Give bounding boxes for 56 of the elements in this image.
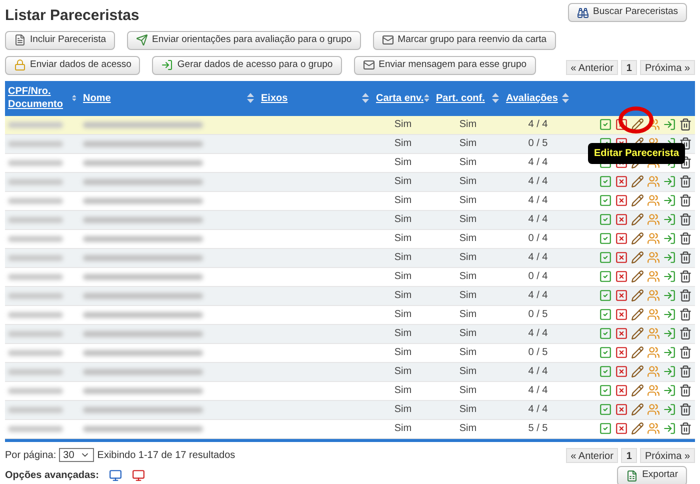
tooltip: Editar Parecerista [588,143,686,164]
table-cell: 4 / 4 [528,195,548,206]
table-cell: 5 / 5 [528,423,548,434]
table-cell: Sim [459,233,477,244]
table-cell: 0 / 5 [528,347,548,358]
table-cell: 4 / 4 [528,176,548,187]
table-cell: Sim [459,157,477,168]
table-cell: Sim [394,176,412,187]
table-cell: 0 / 4 [528,233,548,244]
table-cell: Sim [459,404,477,415]
table-cell: Sim [459,214,477,225]
table-cell: Sim [394,233,412,244]
table-cell: Sim [394,119,412,130]
page-title: Listar Pareceristas [5,6,140,26]
table-cell: Sim [394,404,412,415]
table-cell: 4 / 4 [528,252,548,263]
table-cell: Sim [394,423,412,434]
table-cell: Sim [394,328,412,339]
table-cell: Sim [394,347,412,358]
table-cell: Sim [459,119,477,130]
table-cell: 0 / 5 [528,309,548,320]
table-cell: Sim [394,157,412,168]
results-summary: Exibindo 1-17 de 17 resultados [97,448,236,462]
table-cell: 4 / 4 [528,366,548,377]
table-cell: 0 / 4 [528,271,548,282]
table-cell: Sim [459,423,477,434]
advanced-options-label: Opções avançadas: [5,469,99,483]
table-cell: Sim [394,385,412,396]
table-cell: Sim [394,290,412,301]
table-cell: 4 / 4 [528,119,548,130]
table-cell: Sim [459,290,477,301]
table-cell: 4 / 4 [528,404,548,415]
table-cell: Sim [394,214,412,225]
table-cell: 4 / 4 [528,290,548,301]
table-cell: Sim [459,309,477,320]
table-cell: 4 / 4 [528,328,548,339]
table-cell: Sim [459,385,477,396]
table-cell: Sim [459,347,477,358]
table-cell: Sim [394,252,412,263]
table-cell: 0 / 5 [528,138,548,149]
table-cell: Sim [394,271,412,282]
table-cell: 4 / 4 [528,385,548,396]
table-cell: Sim [394,309,412,320]
table-cell: Sim [394,366,412,377]
table-cell: Sim [459,176,477,187]
table-cell: Sim [459,195,477,206]
table-cell: 4 / 4 [528,214,548,225]
table-cell: Sim [459,252,477,263]
per-page-label: Por página: [5,448,56,462]
table-cell: Sim [459,138,477,149]
table-cell: Sim [459,366,477,377]
table-cell: 4 / 4 [528,157,548,168]
table-cell: Sim [459,271,477,282]
table-cell: Sim [394,195,412,206]
table-cell: Sim [459,328,477,339]
table-cell: Sim [394,138,412,149]
